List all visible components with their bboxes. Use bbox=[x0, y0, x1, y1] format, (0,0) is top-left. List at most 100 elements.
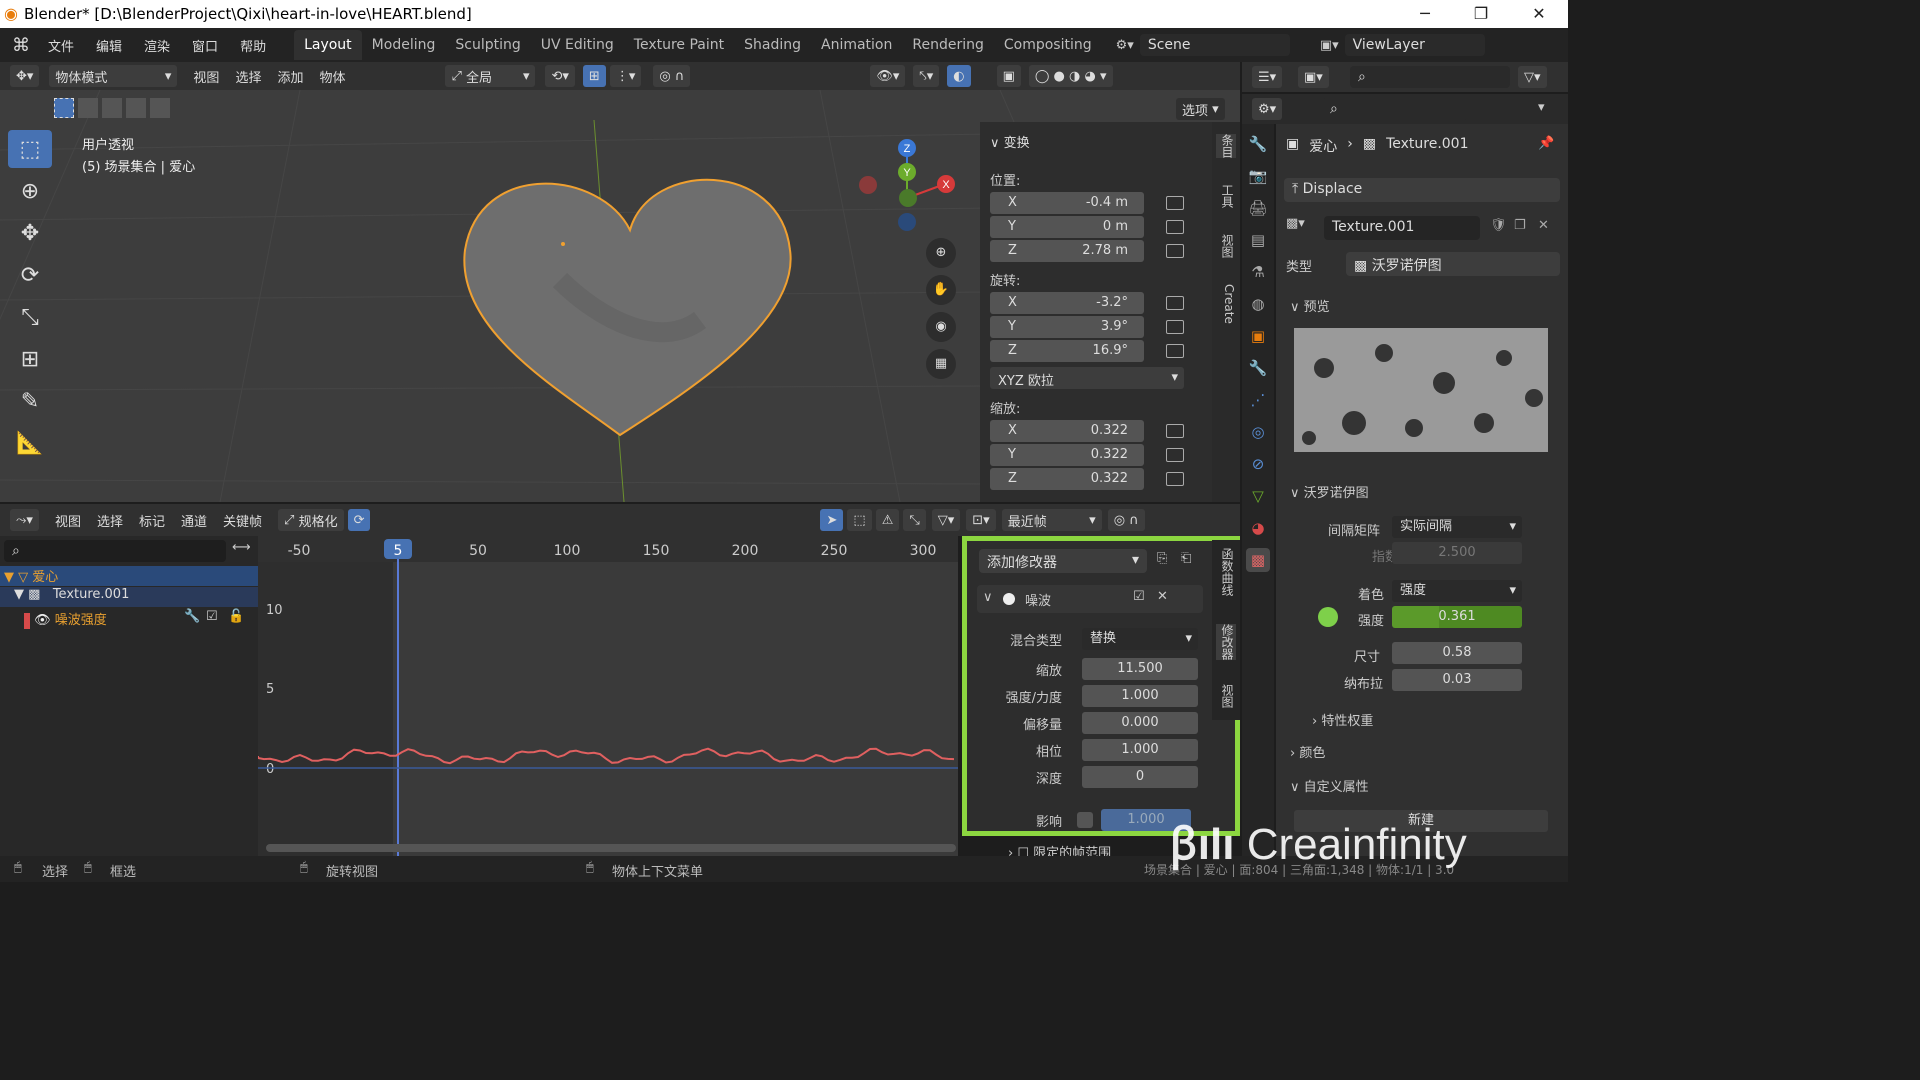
channel-object[interactable]: ▼ ▽ 爱心 bbox=[0, 566, 258, 586]
graph-menu-key[interactable]: 关键帧 bbox=[223, 511, 262, 530]
tab-animation[interactable]: Animation bbox=[811, 30, 902, 60]
menu-window[interactable]: 窗口 bbox=[192, 36, 218, 55]
rotation-y-field[interactable]: Y 3.9° bbox=[990, 316, 1144, 338]
location-y-field[interactable]: Y 0 m bbox=[990, 216, 1144, 238]
preview-panel-header[interactable]: ∨ 预览 bbox=[1290, 296, 1330, 315]
select-box-tool-icon[interactable]: ⬚ bbox=[8, 130, 52, 168]
lock-icon[interactable]: 🔓 bbox=[228, 609, 244, 624]
select-subtract-icon[interactable] bbox=[102, 98, 122, 118]
custom-props-header[interactable]: ∨ 自定义属性 bbox=[1290, 776, 1369, 795]
collapse-icon[interactable]: ∨ bbox=[983, 590, 993, 605]
scale-field[interactable]: 11.500 bbox=[1082, 658, 1198, 680]
physics-icon[interactable]: ◎ bbox=[1246, 420, 1270, 444]
vp-menu-object[interactable]: 物体 bbox=[319, 67, 345, 86]
select-invert-icon[interactable] bbox=[126, 98, 146, 118]
proportional-edit-button[interactable]: ◎ ∩ bbox=[653, 65, 691, 87]
tab-fcurve[interactable]: 函数曲线 bbox=[1216, 548, 1236, 596]
channel-texture[interactable]: ▼ ▩ Texture.001 bbox=[0, 587, 258, 607]
lock-icon[interactable] bbox=[1166, 220, 1184, 234]
properties-search[interactable]: ⌕ bbox=[1322, 98, 1468, 120]
orientation-select[interactable]: ⤢ 全局 ▾ bbox=[445, 65, 536, 87]
close-button[interactable]: ✕ bbox=[1514, 2, 1564, 26]
blender-menu-icon[interactable]: ⌘ bbox=[12, 35, 30, 56]
lock-icon[interactable] bbox=[1166, 472, 1184, 486]
snap-toggle[interactable]: ⊞ bbox=[582, 65, 606, 87]
checkbox-icon[interactable]: ☑ bbox=[1133, 589, 1145, 604]
rotation-x-field[interactable]: X -3.2° bbox=[990, 292, 1144, 314]
options-button[interactable]: 选项 ▾ bbox=[1176, 98, 1225, 120]
tab-compositing[interactable]: Compositing bbox=[994, 30, 1102, 60]
graph-menu-select[interactable]: 选择 bbox=[97, 511, 123, 530]
measure-tool-icon[interactable]: 📐 bbox=[8, 424, 52, 462]
tab-rendering[interactable]: Rendering bbox=[902, 30, 994, 60]
fake-user-icon[interactable]: 🛡 bbox=[1490, 218, 1507, 233]
outliner-search[interactable]: ⌕ bbox=[1350, 66, 1510, 88]
scale-tool-icon[interactable]: ⤡ bbox=[8, 298, 52, 336]
graph-canvas[interactable]: -50 50 100 150 200 250 300 10 5 0 5 bbox=[258, 536, 958, 856]
vp-menu-add[interactable]: 添加 bbox=[277, 67, 303, 86]
object-icon[interactable]: ▣ bbox=[1246, 324, 1270, 348]
duplicate-icon[interactable]: ❐ bbox=[1514, 218, 1526, 233]
wrench-icon[interactable]: 🔧 bbox=[184, 609, 200, 624]
horizontal-scrollbar[interactable] bbox=[266, 844, 956, 852]
size-field[interactable]: 0.58 bbox=[1392, 642, 1522, 664]
view-layer-field[interactable]: ViewLayer bbox=[1344, 34, 1485, 56]
phase-field[interactable]: 1.000 bbox=[1082, 739, 1198, 761]
tab-graph-view[interactable]: 视图 bbox=[1216, 684, 1236, 708]
menu-render[interactable]: 渲染 bbox=[144, 36, 170, 55]
gizmo-neg-x-icon[interactable] bbox=[859, 176, 877, 194]
channel-fcurve[interactable]: 👁 噪波强度 🔧 ☑ 🔓 bbox=[0, 609, 258, 629]
xray-button[interactable]: ▣ bbox=[996, 65, 1021, 87]
tab-tool[interactable]: 工具 bbox=[1216, 184, 1236, 208]
annotate-tool-icon[interactable]: ✎ bbox=[8, 382, 52, 420]
scale-z-field[interactable]: Z 0.322 bbox=[990, 468, 1144, 490]
visibility-button[interactable]: 👁▾ bbox=[870, 65, 906, 87]
cursor-select-icon[interactable]: ➤ bbox=[820, 509, 844, 531]
distance-select[interactable]: 实际间隔 ▾ bbox=[1392, 516, 1522, 538]
lock-icon[interactable] bbox=[1166, 196, 1184, 210]
texture-browse-icon[interactable]: ▩▾ bbox=[1286, 216, 1326, 238]
filter-icon[interactable]: ▽▾ bbox=[1518, 66, 1547, 88]
world-icon[interactable]: ◍ bbox=[1246, 292, 1270, 316]
texture-name-field[interactable]: Texture.001 bbox=[1324, 216, 1480, 240]
output-icon[interactable]: 🖨 bbox=[1246, 196, 1270, 220]
lock-icon[interactable] bbox=[1166, 244, 1184, 258]
pan-hand-icon[interactable]: ✋ bbox=[926, 275, 956, 305]
vp-menu-select[interactable]: 选择 bbox=[235, 67, 261, 86]
lock-icon[interactable] bbox=[1166, 296, 1184, 310]
offset-field[interactable]: 0.000 bbox=[1082, 712, 1198, 734]
scale-y-field[interactable]: Y 0.322 bbox=[990, 444, 1144, 466]
grid-view-icon[interactable]: ▦ bbox=[926, 349, 956, 379]
snap-type-button[interactable]: ⋮▾ bbox=[609, 65, 642, 87]
exponent-field[interactable]: 2.500 bbox=[1392, 542, 1522, 564]
nabla-field[interactable]: 0.03 bbox=[1392, 669, 1522, 691]
delete-modifier-icon[interactable]: ✕ bbox=[1157, 589, 1168, 604]
filter-icon[interactable]: ▽▾ bbox=[931, 509, 961, 531]
scene-icon[interactable]: ⚙▾ bbox=[1116, 38, 1134, 53]
vp-menu-view[interactable]: 视图 bbox=[193, 67, 219, 86]
heart-mesh[interactable] bbox=[463, 178, 792, 437]
view-layer-tab-icon[interactable]: ▤ bbox=[1246, 228, 1270, 252]
texture-tab-icon[interactable]: ▩ bbox=[1246, 548, 1270, 572]
pivot-icon[interactable]: ⊡▾ bbox=[966, 509, 996, 531]
tab-view[interactable]: 视图 bbox=[1216, 234, 1236, 258]
pin-icon[interactable]: 📌 bbox=[1538, 136, 1554, 151]
overlay-button[interactable]: ◐ bbox=[947, 65, 971, 87]
menu-edit[interactable]: 编辑 bbox=[96, 36, 122, 55]
proportional-icon[interactable]: ◎ ∩ bbox=[1107, 509, 1145, 531]
channel-search[interactable]: ⌕ bbox=[4, 540, 226, 562]
scale-x-field[interactable]: X 0.322 bbox=[990, 420, 1144, 442]
colors-panel-header[interactable]: › 颜色 bbox=[1290, 742, 1325, 761]
lock-icon[interactable] bbox=[1166, 344, 1184, 358]
gizmo-button[interactable]: ⤣▾ bbox=[913, 65, 940, 87]
graph-menu-marker[interactable]: 标记 bbox=[139, 511, 165, 530]
mode-select[interactable]: 物体模式 ▾ bbox=[49, 65, 178, 87]
graph-editor-type-icon[interactable]: ⤳▾ bbox=[10, 509, 39, 531]
normalize-toggle[interactable]: ⤢ 规格化 bbox=[278, 509, 344, 531]
rotation-z-field[interactable]: Z 16.9° bbox=[990, 340, 1144, 362]
shading-modes[interactable]: ◯ ● ◑ ◕ ▾ bbox=[1028, 65, 1113, 87]
swap-icon[interactable]: ⟷ bbox=[232, 540, 251, 555]
lock-icon[interactable] bbox=[1166, 424, 1184, 438]
gizmo-neg-y-icon[interactable] bbox=[899, 189, 917, 207]
blend-type-select[interactable]: 替换 ▾ bbox=[1082, 628, 1198, 650]
